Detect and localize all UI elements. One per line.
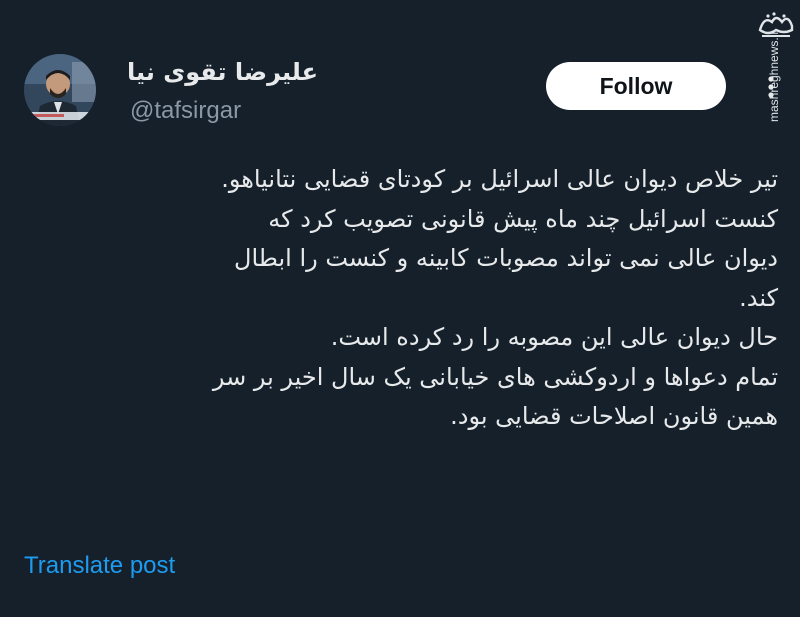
tweet-line: دیوان عالی نمی تواند مصوبات کابینه و کنس… [234,244,778,272]
author-display-name[interactable]: علیرضا تقوی نیا [118,56,318,88]
tweet-card: علیرضا تقوی نیا @tafsirgar Follow mashre… [0,0,800,617]
tweet-line: کند. [739,283,778,312]
avatar[interactable] [24,54,96,126]
tweet-text: تیر خلاص دیوان عالی اسرائیل بر کودتای قض… [20,160,778,437]
tweet-line: حال دیوان عالی این مصوبه را رد کرده است. [330,323,778,351]
tweet-line: تمام دعواها و اردوکشی های خیابانی یک سال… [212,362,778,391]
watermark: mashreghnews.ir [752,0,800,130]
avatar-photo [24,54,96,126]
tweet-line: تیر خلاص دیوان عالی اسرائیل بر کودتای قض… [221,165,778,193]
translate-post-link[interactable]: Translate post [24,550,175,582]
tweet-line: همین قانون اصلاحات قضایی بود. [450,402,778,430]
follow-button[interactable]: Follow [546,62,726,110]
tweet-line: کنست اسرائیل چند ماه پیش قانونی تصویب کر… [268,204,778,233]
watermark-site: mashreghnews.ir [767,30,781,122]
author-handle[interactable]: @tafsirgar [130,95,241,127]
